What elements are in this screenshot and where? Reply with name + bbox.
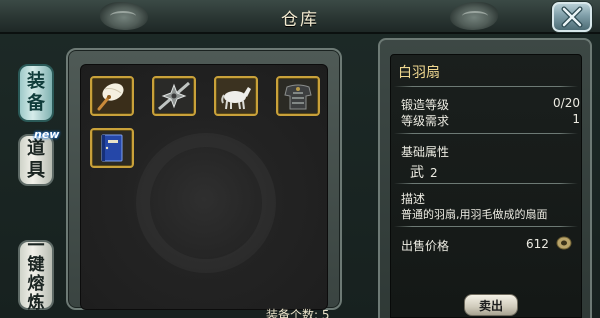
tab-smelt-char-2: 键 xyxy=(27,255,45,275)
tab-equipment[interactable]: 装 备 xyxy=(18,64,54,122)
blue-book-icon xyxy=(93,131,131,165)
tab-smelt-char-4: 炼 xyxy=(27,293,45,313)
item-name: 白羽扇 xyxy=(398,65,440,81)
tab-items-char-1: 道 xyxy=(27,138,45,159)
inventory-slot-shuriken[interactable] xyxy=(152,76,196,116)
tab-one-click-smelt[interactable]: 一 键 熔 炼 xyxy=(18,236,54,313)
dragon-ornament-icon xyxy=(450,2,498,30)
description-text: 普通的羽扇,用羽毛做成的扇面 xyxy=(401,208,548,221)
equipment-count-label: 装备个数: 5 xyxy=(266,308,330,318)
inventory-slot-feather-fan[interactable] xyxy=(90,76,134,116)
feather-fan-icon xyxy=(93,79,131,113)
level-requirement-value: 1 xyxy=(572,112,580,126)
divider xyxy=(394,183,578,184)
level-requirement-label: 等级需求 xyxy=(401,114,450,128)
window-title: 仓库 xyxy=(281,10,319,30)
inventory-slot-book[interactable] xyxy=(90,128,134,168)
forge-level-label: 锻造等级 xyxy=(401,98,450,112)
tab-equipment-char-2: 备 xyxy=(27,93,45,114)
close-button[interactable] xyxy=(552,2,592,32)
close-icon xyxy=(561,6,583,28)
tab-items-char-2: 具 xyxy=(27,160,45,181)
tab-equipment-char-1: 装 xyxy=(27,71,45,92)
sell-button[interactable]: 卖出 xyxy=(464,294,518,316)
background-emblem xyxy=(136,133,276,273)
attribute-value: 2 xyxy=(430,166,438,180)
divider xyxy=(394,133,578,134)
tab-smelt-char-3: 熔 xyxy=(27,274,45,294)
new-badge: new xyxy=(34,128,60,141)
divider xyxy=(394,226,578,227)
attribute-row: 武2 xyxy=(410,162,438,182)
shuriken-icon xyxy=(155,79,193,113)
tab-items[interactable]: 道 具 xyxy=(18,134,54,186)
inventory-slot-armor[interactable] xyxy=(276,76,320,116)
tab-smelt-char-1: 一 xyxy=(27,236,45,256)
inventory-slot-white-horse[interactable] xyxy=(214,76,258,116)
white-horse-icon xyxy=(217,79,255,113)
base-attributes-title: 基础属性 xyxy=(401,145,450,159)
sell-price-label: 出售价格 xyxy=(401,239,450,253)
divider xyxy=(394,86,578,87)
warehouse-window: 仓库 装 备 道 具 new 一 键 熔 炼 装备个数: 5 白羽扇 锻造等级 … xyxy=(0,0,600,318)
attribute-name: 武 xyxy=(410,165,424,181)
description-title: 描述 xyxy=(401,192,426,206)
forge-level-value: 0/20 xyxy=(553,96,580,110)
sell-price-value: 612 xyxy=(526,237,549,251)
title-bar: 仓库 xyxy=(0,0,600,34)
armor-icon xyxy=(279,79,317,113)
coin-icon xyxy=(556,236,572,250)
item-detail-panel xyxy=(390,54,582,318)
